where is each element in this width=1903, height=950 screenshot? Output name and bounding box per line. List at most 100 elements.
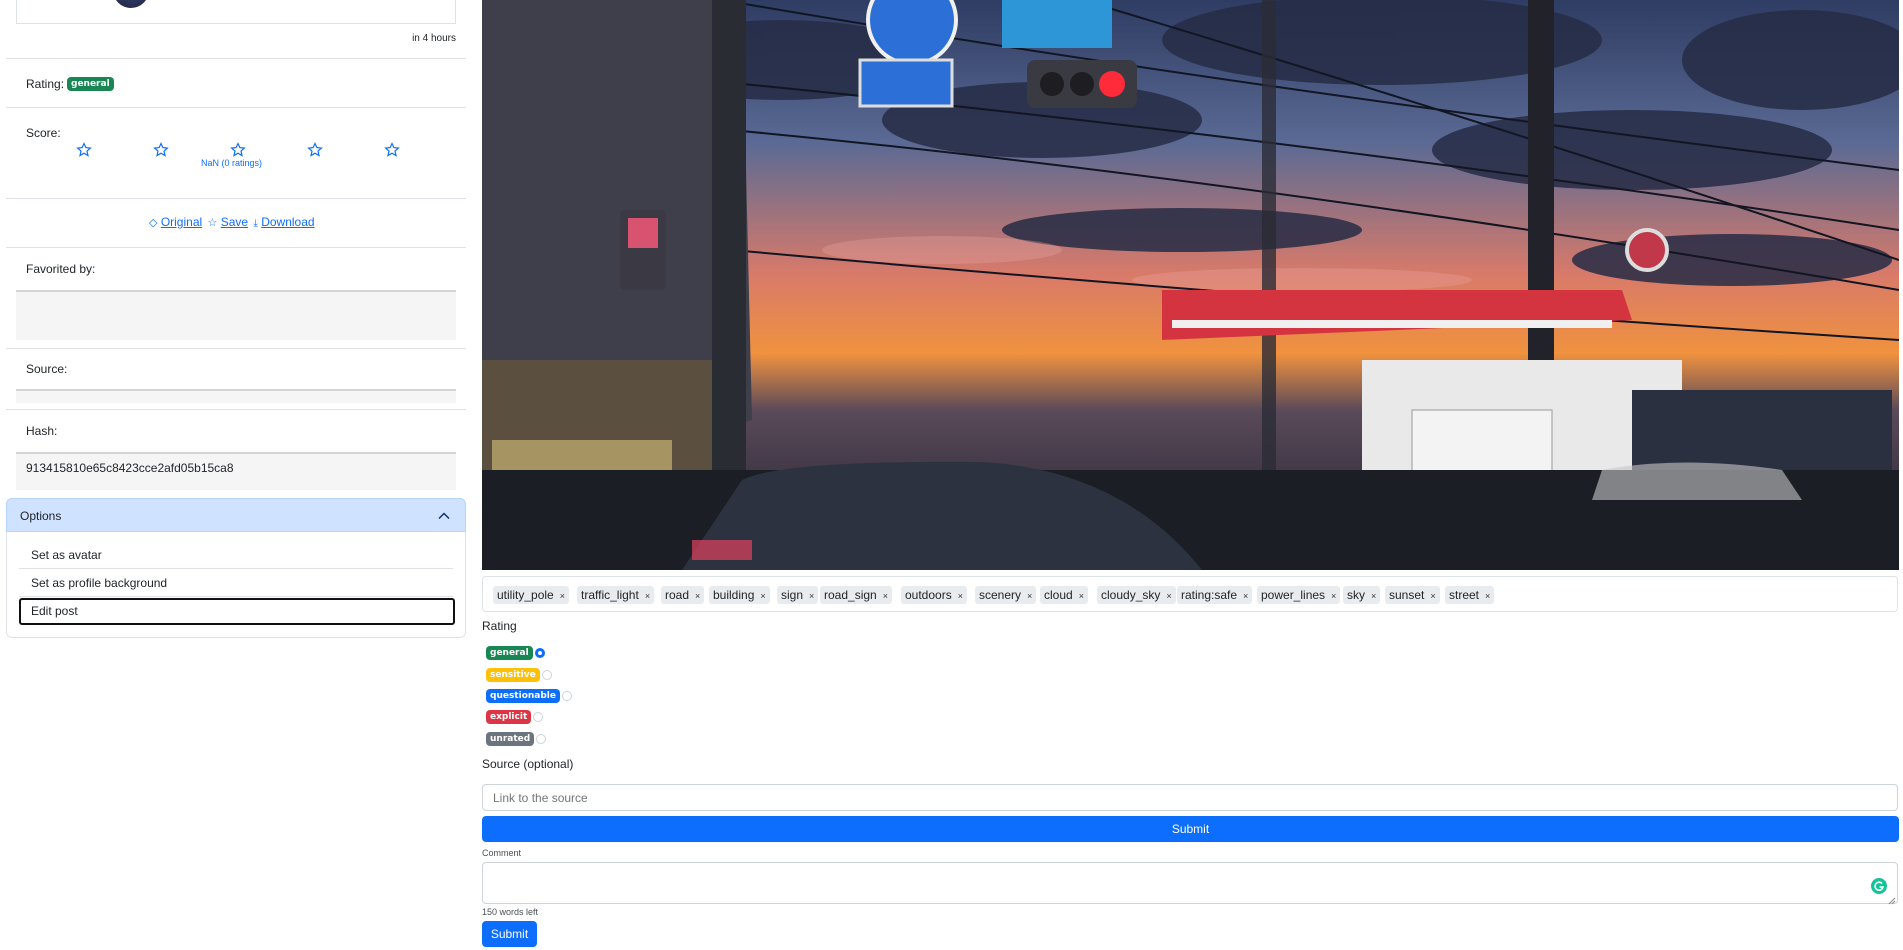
tag-chip: outdoors × [901,586,967,604]
tag-label: sunset [1389,588,1425,602]
tag-remove-button[interactable]: × [883,591,888,601]
download-icon: ⤓ [253,218,258,229]
set-profile-background-option[interactable]: Set as profile background [19,570,453,597]
tag-input[interactable]: utility_pole × traffic_light × road × build… [482,576,1898,612]
tag-remove-button[interactable]: × [1027,591,1032,601]
score-label: Score: [26,126,61,140]
rating-option-questionable: questionable [486,688,572,703]
star-5-icon[interactable] [384,142,400,158]
hash-value: 913415810e65c8423cce2afd05b15ca8 [26,461,234,475]
unrated-radio[interactable] [536,733,547,744]
tag-chip: cloud × [1040,586,1088,604]
edit-submit-button[interactable]: Submit [482,816,1899,842]
tag-remove-button[interactable]: × [1485,591,1490,601]
tag-label: outdoors [905,588,952,602]
download-link[interactable]: Download [261,215,314,229]
diamond-icon: ◇ [149,217,158,229]
options-header[interactable]: Options [6,498,466,532]
tag-remove-button[interactable]: × [1331,591,1336,601]
questionable-badge: questionable [486,688,560,703]
tag-remove-button[interactable]: × [645,591,650,601]
tag-chip: utility_pole × [493,586,569,604]
file-links: ◇ Original ☆ Save ⤓ Download [149,215,315,229]
tag-chip: scenery × [975,586,1037,604]
rating-option-explicit: explicit [486,709,544,724]
favorited-list [16,290,456,340]
tag-remove-button[interactable]: × [1430,591,1435,601]
star-2-icon[interactable] [153,142,169,158]
tag-remove-button[interactable]: × [1079,591,1084,601]
hash-label: Hash: [26,424,58,438]
source-input[interactable] [482,784,1898,811]
tag-label: rating:safe [1181,588,1238,602]
post-sidebar: in 4 hours Rating: general Score: NaN (0… [6,0,466,638]
tag-chip: road_sign × [820,586,892,604]
options-body: Set as avatar Set as profile background … [6,532,466,638]
tag-label: sign [781,588,804,602]
upload-time-section: in 4 hours [6,0,466,59]
tag-remove-button[interactable]: × [760,591,765,601]
edit-post-option[interactable]: Edit post [19,598,455,625]
tag-chip: building × [709,586,770,604]
questionable-radio[interactable] [562,690,572,701]
favorited-section: Favorited by: [6,248,466,349]
chevron-up-icon[interactable] [437,509,451,523]
explicit-radio[interactable] [533,711,544,722]
general-radio[interactable] [534,647,545,658]
comment-submit-button[interactable]: Submit [482,921,537,947]
star-4-icon[interactable] [307,142,323,158]
rating-label: Rating: [26,77,65,91]
rating-badge: general [67,77,114,91]
comment-label: Comment [482,848,522,858]
tag-label: sky [1347,588,1365,602]
post-image[interactable] [482,0,1899,570]
score-section: Score: NaN (0 ratings) [6,108,466,199]
tag-remove-button[interactable]: × [695,591,700,601]
upload-time: in 4 hours [412,33,456,44]
original-link[interactable]: Original [161,215,202,229]
tag-label: cloud [1044,588,1073,602]
tag-label: scenery [979,588,1022,602]
score-value: NaN (0 ratings) [201,158,263,168]
favorited-label: Favorited by: [26,262,96,276]
general-badge: general [486,645,533,660]
source-value-box [16,389,456,403]
options-title: Options [20,509,62,523]
comment-textarea[interactable] [482,862,1898,905]
tag-label: traffic_light [581,588,639,602]
source-label: Source: [26,362,68,376]
save-link[interactable]: Save [221,215,248,229]
tag-label: road [665,588,690,602]
star-3-icon[interactable] [230,142,246,158]
rating-option-general: general [486,645,545,660]
tag-label: building [713,588,755,602]
grammarly-icon[interactable] [1871,878,1887,894]
tag-label: street [1449,588,1480,602]
rating-option-unrated: unrated [486,731,547,746]
tag-label: utility_pole [497,588,554,602]
tag-remove-button[interactable]: × [1166,591,1171,601]
set-avatar-option[interactable]: Set as avatar [19,542,453,569]
tag-remove-button[interactable]: × [1371,591,1376,601]
star-1-icon[interactable] [76,142,92,158]
tag-chip: road × [661,586,705,604]
tag-remove-button[interactable]: × [1243,591,1248,601]
tag-chip: street × [1445,586,1495,604]
tag-chip: traffic_light × [577,586,655,604]
tag-remove-button[interactable]: × [560,591,565,601]
tag-remove-button[interactable]: × [958,591,963,601]
rating-section: Rating: general [6,59,466,108]
resize-handle-icon[interactable] [1888,894,1896,905]
sensitive-radio[interactable] [541,669,552,680]
explicit-badge: explicit [486,709,532,724]
file-links-section: ◇ Original ☆ Save ⤓ Download [6,199,466,248]
tag-label: road_sign [824,588,877,602]
source-section: Source: [6,349,466,410]
star-icon: ☆ [207,217,218,229]
hash-box: 913415810e65c8423cce2afd05b15ca8 [16,452,456,490]
sensitive-badge: sensitive [486,667,540,682]
tag-remove-button[interactable]: × [809,591,814,601]
tag-chip: sign × [777,586,819,604]
rating-option-sensitive: sensitive [486,667,552,682]
tag-chip: cloudy_sky × [1097,586,1176,604]
